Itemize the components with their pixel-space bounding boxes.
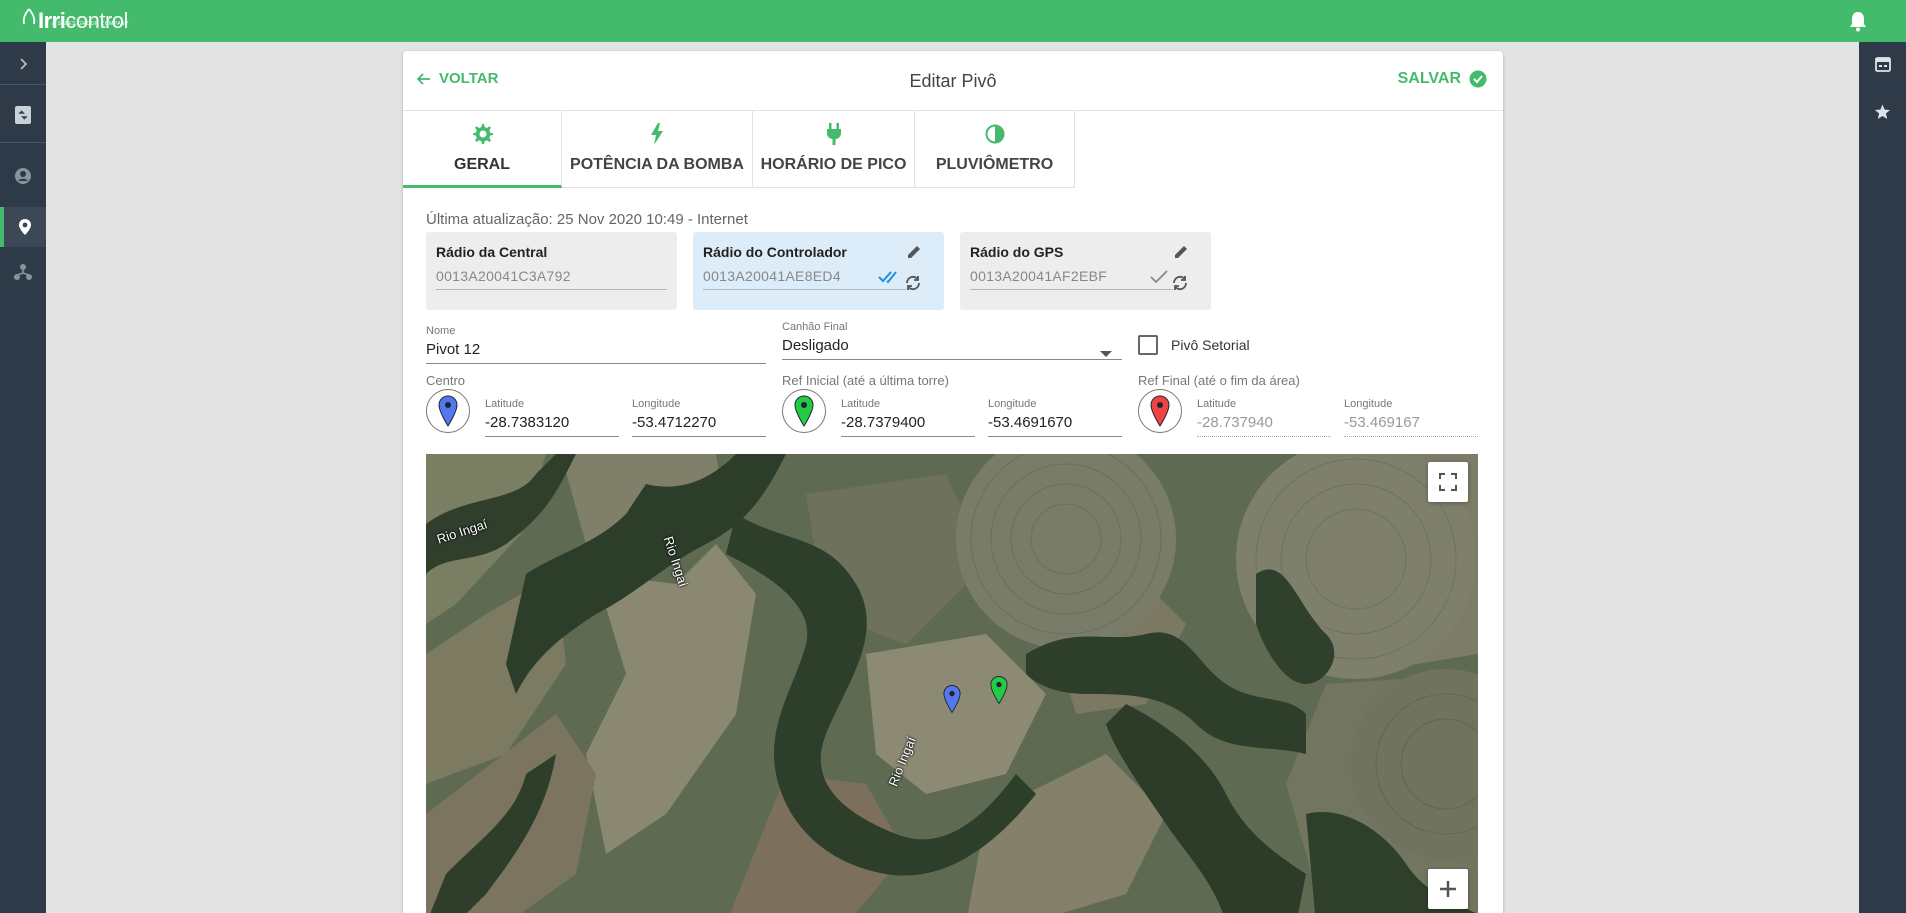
left-sidebar bbox=[0, 42, 46, 913]
ref-start-latitude-field[interactable]: Latitude -28.7379400 bbox=[841, 398, 975, 437]
sector-pivot-label: Pivô Setorial bbox=[1171, 337, 1250, 353]
tab-bar: GERAL POTÊNCIA DA BOMBA HORÁRIO DE PICO … bbox=[403, 111, 1503, 188]
center-map-pin[interactable] bbox=[943, 684, 961, 714]
end-gun-label: Canhão Final bbox=[782, 321, 848, 333]
radio-gps-value: 0013A20041AF2EBF bbox=[970, 268, 1173, 290]
lightning-icon bbox=[651, 123, 663, 145]
ref-end-pin-button[interactable] bbox=[1138, 389, 1182, 433]
blue-map-pin-icon bbox=[438, 395, 458, 427]
map-marker-icon bbox=[19, 219, 31, 235]
check-icon bbox=[1150, 270, 1168, 284]
tab-horario-pico[interactable]: HORÁRIO DE PICO bbox=[753, 111, 915, 188]
center-pin-button[interactable] bbox=[426, 389, 470, 433]
end-gun-value[interactable]: Desligado bbox=[782, 337, 1122, 360]
double-check-icon bbox=[878, 271, 897, 284]
fullscreen-icon bbox=[1439, 473, 1457, 491]
check-circle-icon bbox=[1469, 70, 1487, 88]
edit-pencil-icon[interactable] bbox=[906, 244, 922, 260]
tab-pluviometro[interactable]: PLUVIÔMETRO bbox=[915, 111, 1075, 188]
card-header: VOLTAR Editar Pivô SALVAR bbox=[403, 51, 1503, 111]
gear-icon bbox=[473, 124, 493, 144]
hierarchy-icon bbox=[14, 264, 32, 280]
ref-start-longitude-input[interactable]: -53.4691670 bbox=[988, 414, 1122, 437]
radio-central-title: Rádio da Central bbox=[436, 244, 548, 260]
leaf-logo-icon bbox=[22, 8, 36, 25]
ref-start-longitude-field[interactable]: Longitude -53.4691670 bbox=[988, 398, 1122, 437]
ref-end-latitude-label: Latitude bbox=[1197, 398, 1237, 410]
contrast-icon bbox=[985, 124, 1004, 144]
green-map-pin-icon bbox=[794, 395, 814, 427]
tab-potencia-bomba[interactable]: POTÊNCIA DA BOMBA bbox=[562, 111, 753, 188]
ref-start-longitude-label: Longitude bbox=[988, 398, 1037, 410]
page-title: Editar Pivô bbox=[909, 71, 997, 91]
ref-start-latitude-label: Latitude bbox=[841, 398, 881, 410]
edit-pivot-card: VOLTAR Editar Pivô SALVAR GERAL POTÊNCIA… bbox=[403, 51, 1503, 913]
plug-icon bbox=[826, 123, 841, 145]
ref-end-label: Ref Final (até o fim da área) bbox=[1138, 373, 1300, 388]
sector-pivot-checkbox[interactable]: Pivô Setorial bbox=[1138, 335, 1250, 355]
ref-end-latitude-input[interactable]: -28.737940 bbox=[1197, 414, 1331, 437]
tab-horario-pico-label: HORÁRIO DE PICO bbox=[760, 156, 907, 173]
favorites-button[interactable] bbox=[1859, 92, 1906, 132]
name-input[interactable]: Pivot 12 bbox=[426, 341, 766, 364]
center-latitude-label: Latitude bbox=[485, 398, 525, 410]
center-longitude-label: Longitude bbox=[632, 398, 681, 410]
satellite-map[interactable]: Rio Ingaí Rio Ingaí Rio Ingaí bbox=[426, 454, 1478, 913]
center-longitude-field[interactable]: Longitude -53.4712270 bbox=[632, 398, 766, 437]
checkbox-box[interactable] bbox=[1138, 335, 1158, 355]
sidebar-item-network[interactable] bbox=[0, 252, 46, 292]
end-gun-select[interactable]: Canhão Final Desligado bbox=[782, 321, 1122, 360]
fullscreen-button[interactable] bbox=[1428, 462, 1468, 502]
radio-controller-title: Rádio do Controlador bbox=[703, 244, 847, 260]
right-sidebar bbox=[1859, 42, 1906, 913]
ref-end-longitude-field[interactable]: Longitude -53.469167 bbox=[1344, 398, 1478, 437]
radio-gps-title: Rádio do GPS bbox=[970, 244, 1064, 260]
tab-geral-label: GERAL bbox=[454, 156, 510, 173]
radio-controller-card[interactable]: Rádio do Controlador 0013A20041AE8ED4 bbox=[693, 232, 944, 310]
last-update-text: Última atualização: 25 Nov 2020 10:49 - … bbox=[426, 211, 748, 228]
ref-start-label: Ref Inicial (até a última torre) bbox=[782, 373, 949, 388]
zoom-in-button[interactable] bbox=[1428, 869, 1468, 909]
bell-icon[interactable] bbox=[1848, 10, 1868, 32]
calendar-icon bbox=[1874, 57, 1891, 72]
ref-start-pin-button[interactable] bbox=[782, 389, 826, 433]
sync-icon[interactable] bbox=[904, 274, 922, 292]
top-bar: Irricontrol A SALES GROUP COMPANY bbox=[0, 0, 1906, 42]
radio-central-value: 0013A20041C3A792 bbox=[436, 268, 667, 290]
name-field[interactable]: Nome Pivot 12 bbox=[426, 325, 766, 364]
radio-gps-card[interactable]: Rádio do GPS 0013A20041AF2EBF bbox=[960, 232, 1211, 310]
radio-central-card: Rádio da Central 0013A20041C3A792 bbox=[426, 232, 677, 310]
sync-icon[interactable] bbox=[1171, 274, 1189, 292]
ref-end-latitude-field[interactable]: Latitude -28.737940 bbox=[1197, 398, 1331, 437]
center-latitude-input[interactable]: -28.7383120 bbox=[485, 414, 619, 437]
name-label: Nome bbox=[426, 325, 456, 337]
radio-controller-value: 0013A20041AE8ED4 bbox=[703, 268, 906, 290]
tab-pluviometro-label: PLUVIÔMETRO bbox=[935, 156, 1054, 173]
calendar-button[interactable] bbox=[1859, 44, 1906, 84]
center-latitude-field[interactable]: Latitude -28.7383120 bbox=[485, 398, 619, 437]
save-button[interactable]: SALVAR bbox=[1398, 70, 1487, 88]
plus-icon bbox=[1440, 881, 1456, 897]
star-icon bbox=[1875, 104, 1890, 119]
ref-start-latitude-input[interactable]: -28.7379400 bbox=[841, 414, 975, 437]
sidebar-item-profile[interactable] bbox=[0, 156, 46, 196]
save-label: SALVAR bbox=[1397, 70, 1461, 87]
center-longitude-input[interactable]: -53.4712270 bbox=[632, 414, 766, 437]
tab-geral[interactable]: GERAL bbox=[403, 111, 562, 188]
brand-subtitle: A SALES GROUP COMPANY bbox=[52, 21, 130, 27]
dropdown-arrow-icon[interactable] bbox=[1100, 351, 1112, 357]
edit-pencil-icon[interactable] bbox=[1173, 244, 1189, 260]
ref-end-longitude-label: Longitude bbox=[1344, 398, 1393, 410]
center-label: Centro bbox=[426, 373, 466, 388]
expand-sidebar-button[interactable] bbox=[0, 44, 46, 84]
ref-start-map-pin[interactable] bbox=[990, 675, 1008, 705]
tab-potencia-bomba-label: POTÊNCIA DA BOMBA bbox=[570, 156, 744, 173]
exchange-icon bbox=[15, 106, 31, 124]
red-map-pin-icon bbox=[1150, 395, 1170, 427]
chevron-right-icon bbox=[20, 58, 28, 70]
sidebar-item-devices[interactable] bbox=[0, 95, 46, 135]
sidebar-item-map[interactable] bbox=[0, 207, 46, 247]
ref-end-longitude-input[interactable]: -53.469167 bbox=[1344, 414, 1478, 437]
user-circle-icon bbox=[15, 168, 31, 184]
